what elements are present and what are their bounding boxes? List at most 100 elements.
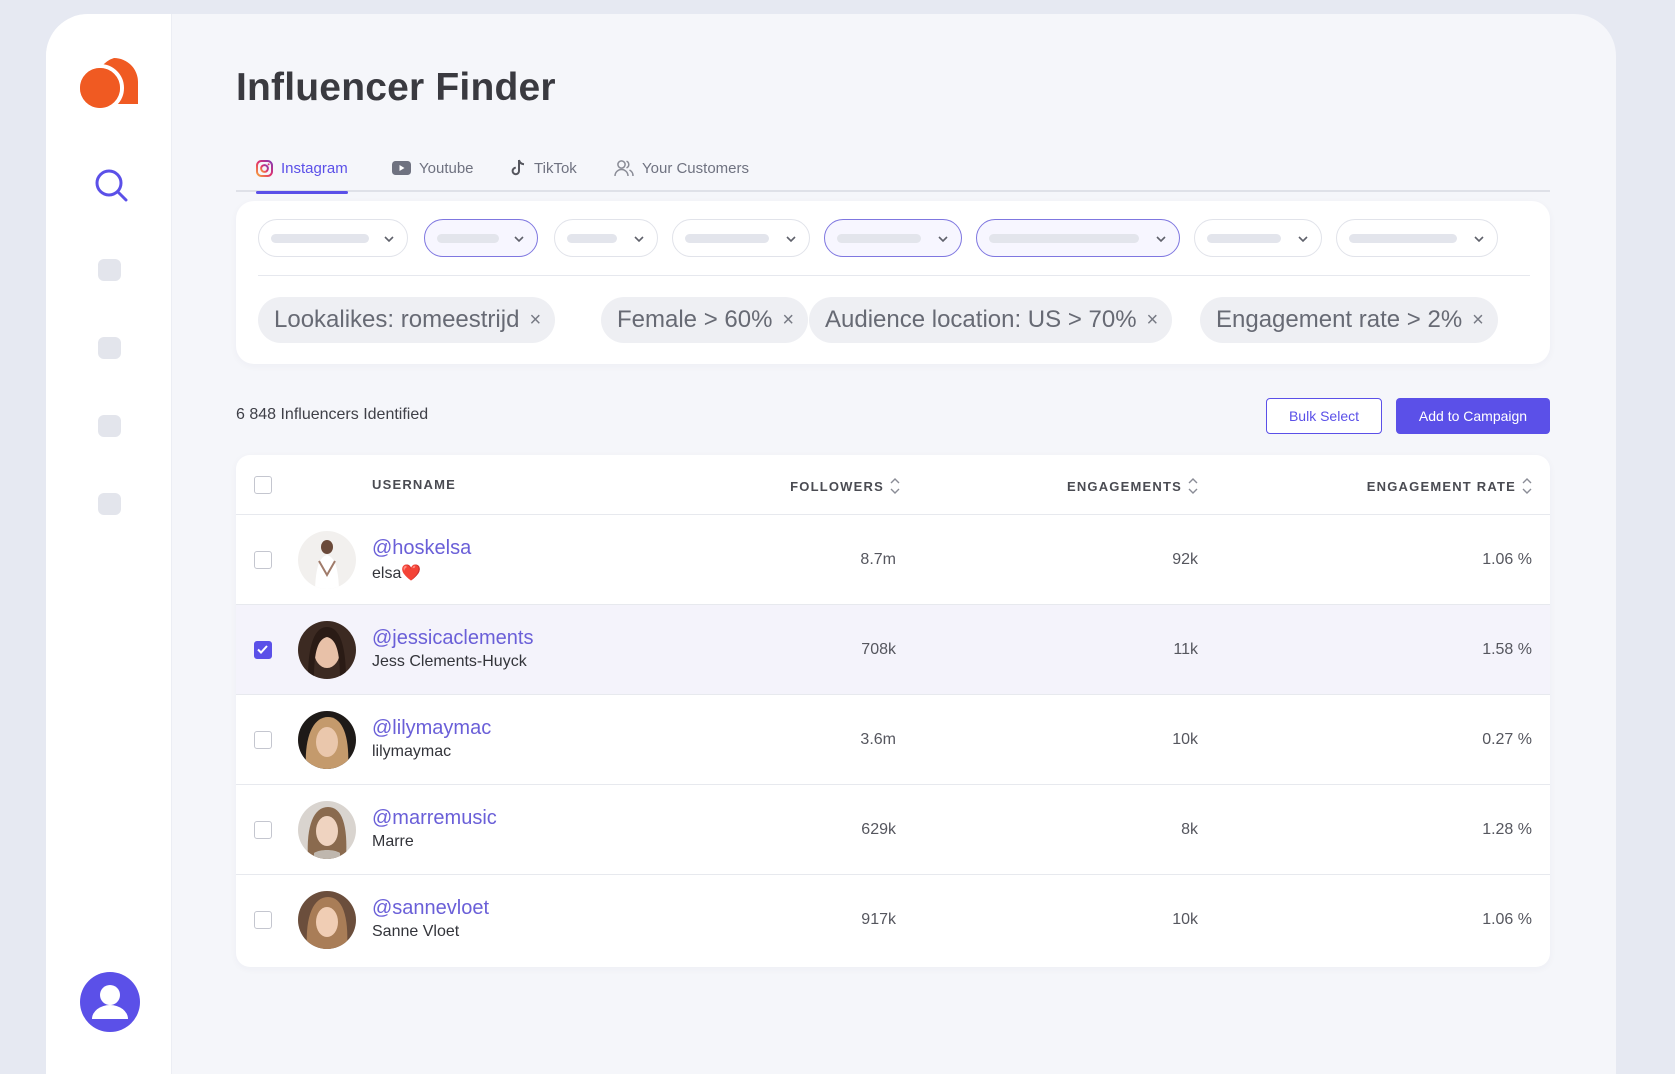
close-icon[interactable]: ×	[529, 309, 541, 332]
row-checkbox[interactable]	[254, 821, 272, 839]
filter-chip-lookalikes[interactable]: Lookalikes: romeestrijd ×	[258, 297, 556, 343]
tab-tiktok[interactable]: TikTok	[510, 144, 577, 192]
influencer-table: USERNAME FOLLOWERS ENGAGEMENTS ENGAGEMEN…	[236, 455, 1550, 967]
row-checkbox[interactable]	[254, 641, 272, 659]
avatar	[298, 801, 356, 859]
filter-dropdown[interactable]	[424, 219, 538, 257]
row-checkbox[interactable]	[254, 731, 272, 749]
engagements-value: 10k	[1172, 911, 1198, 928]
chip-label: Audience location: US > 70%	[825, 306, 1137, 333]
chevron-down-icon	[634, 236, 644, 243]
username-link[interactable]: @jessicaclements	[372, 627, 533, 650]
avatar	[298, 891, 356, 949]
filter-dropdown[interactable]	[976, 219, 1180, 257]
username-link[interactable]: @hoskelsa	[372, 537, 471, 560]
nav-item-placeholder[interactable]	[98, 337, 121, 359]
platform-tabs: Instagram Youtube TikTok Your Customers	[236, 144, 1550, 194]
tab-instagram[interactable]: Instagram	[256, 144, 348, 194]
display-name: elsa❤️	[372, 565, 422, 582]
results-count: 6 848 Influencers Identified	[236, 406, 429, 423]
filter-dropdown[interactable]	[1336, 219, 1498, 257]
chip-label: Lookalikes: romeestrijd	[274, 306, 520, 333]
app-window: Influencer Finder Instagram Youtube TikT…	[46, 14, 1616, 1074]
tiktok-icon	[510, 159, 526, 177]
followers-value: 629k	[861, 821, 896, 838]
nav-item-placeholder[interactable]	[98, 259, 121, 281]
engagement-rate-value: 1.06 %	[1482, 551, 1532, 568]
tab-label: TikTok	[534, 159, 577, 177]
username-link[interactable]: @lilymaymac	[372, 717, 491, 740]
add-to-campaign-button[interactable]: Add to Campaign	[1396, 398, 1550, 434]
tab-label: Youtube	[419, 159, 474, 177]
nav-item-placeholder[interactable]	[98, 415, 121, 437]
filter-dropdown[interactable]	[1194, 219, 1322, 257]
username-link[interactable]: @marremusic	[372, 807, 497, 830]
select-all-checkbox[interactable]	[254, 476, 272, 494]
chevron-down-icon	[384, 236, 394, 243]
filter-chip-gender[interactable]: Female > 60% ×	[601, 297, 809, 343]
table-row[interactable]: @lilymaymac lilymaymac 3.6m 10k 0.27 %	[236, 695, 1550, 785]
row-checkbox[interactable]	[254, 911, 272, 929]
tab-your-customers[interactable]: Your Customers	[614, 144, 749, 192]
filter-chip-location[interactable]: Audience location: US > 70% ×	[809, 297, 1173, 343]
row-checkbox[interactable]	[254, 551, 272, 569]
close-icon[interactable]: ×	[1472, 309, 1484, 332]
sort-icon	[890, 478, 900, 494]
username-link[interactable]: @sannevloet	[372, 897, 489, 920]
followers-value: 917k	[861, 911, 896, 928]
display-name: Jess Clements-Huyck	[372, 653, 527, 670]
table-header: USERNAME FOLLOWERS ENGAGEMENTS ENGAGEMEN…	[236, 455, 1550, 515]
table-row[interactable]: @sannevloet Sanne Vloet 917k 10k 1.06 %	[236, 875, 1550, 965]
column-header-engagement-rate[interactable]: ENGAGEMENT RATE	[1367, 477, 1532, 495]
followers-value: 8.7m	[860, 551, 896, 568]
display-name: lilymaymac	[372, 743, 452, 760]
column-header-followers[interactable]: FOLLOWERS	[790, 477, 900, 495]
chat-bubble-logo-icon[interactable]	[76, 52, 146, 112]
header-label: ENGAGEMENTS	[1066, 478, 1182, 494]
engagements-value: 11k	[1173, 641, 1198, 658]
page-title: Influencer Finder	[236, 66, 556, 109]
filter-dropdown[interactable]	[672, 219, 810, 257]
column-header-engagements[interactable]: ENGAGEMENTS	[1067, 477, 1198, 495]
nav-item-placeholder[interactable]	[98, 493, 121, 515]
column-header-username: USERNAME	[372, 477, 456, 492]
engagement-rate-value: 1.06 %	[1482, 911, 1532, 928]
chip-label: Engagement rate > 2%	[1216, 306, 1463, 333]
filter-panel: Lookalikes: romeestrijd × Female > 60% ×…	[236, 201, 1550, 364]
close-icon[interactable]: ×	[782, 309, 794, 332]
display-name: Sanne Vloet	[372, 923, 460, 940]
sort-icon	[1522, 478, 1532, 494]
table-row[interactable]: @marremusic Marre 629k 8k 1.28 %	[236, 785, 1550, 875]
chevron-down-icon	[1156, 236, 1166, 243]
engagement-rate-value: 1.58 %	[1482, 641, 1532, 658]
avatar	[298, 531, 356, 589]
engagements-value: 92k	[1172, 551, 1198, 568]
users-icon	[614, 159, 634, 177]
instagram-icon	[256, 159, 273, 177]
search-icon[interactable]	[92, 166, 130, 204]
filter-chip-engagement[interactable]: Engagement rate > 2% ×	[1200, 297, 1498, 343]
bulk-select-button[interactable]: Bulk Select	[1266, 398, 1382, 434]
engagement-rate-value: 1.28 %	[1482, 821, 1532, 838]
display-name: Marre	[372, 833, 414, 850]
filter-dropdown[interactable]	[824, 219, 962, 257]
filter-dropdown[interactable]	[258, 219, 408, 257]
followers-value: 708k	[861, 641, 896, 658]
chevron-down-icon	[786, 236, 796, 243]
chip-label: Female > 60%	[617, 306, 773, 333]
avatar	[298, 711, 356, 769]
sort-icon	[1188, 478, 1198, 494]
header-label: USERNAME	[372, 477, 456, 492]
table-row[interactable]: @jessicaclements Jess Clements-Huyck 708…	[236, 605, 1550, 695]
chevron-down-icon	[514, 236, 524, 243]
sidebar	[46, 14, 172, 1074]
header-label: FOLLOWERS	[790, 478, 884, 494]
filter-dropdown[interactable]	[554, 219, 658, 257]
tab-youtube[interactable]: Youtube	[392, 144, 474, 192]
divider	[258, 275, 1530, 276]
user-avatar-icon[interactable]	[80, 972, 140, 1032]
tab-label: Instagram	[281, 159, 348, 177]
engagements-value: 8k	[1181, 821, 1198, 838]
table-row[interactable]: @hoskelsa elsa❤️ 8.7m 92k 1.06 %	[236, 515, 1550, 605]
close-icon[interactable]: ×	[1147, 309, 1159, 332]
